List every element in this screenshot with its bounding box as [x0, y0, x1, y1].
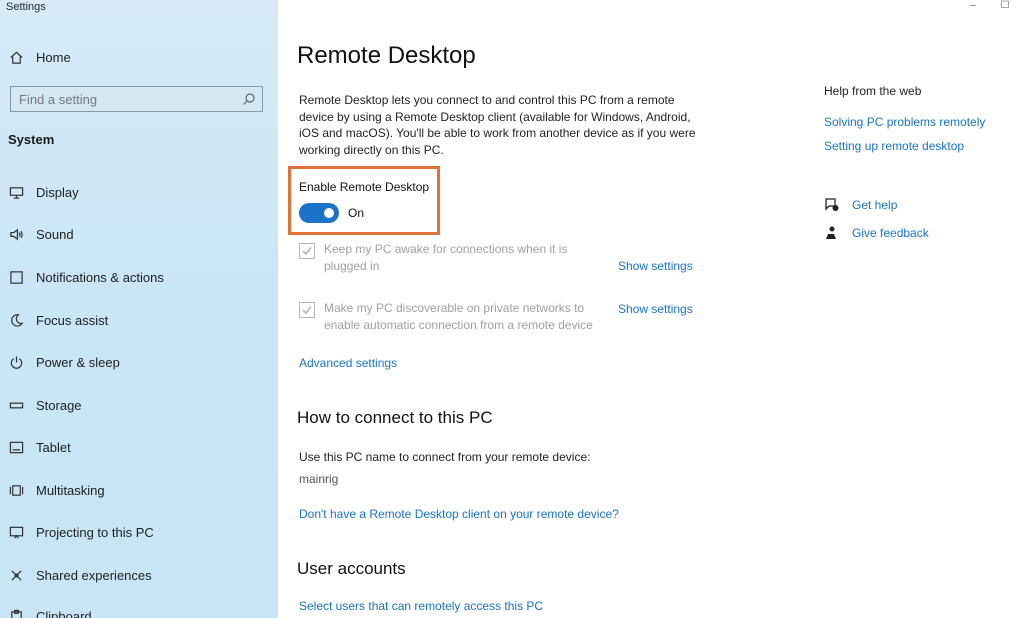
- connect-instruction: Use this PC name to connect from your re…: [299, 450, 591, 464]
- sidebar-item-label: Projecting to this PC: [36, 524, 154, 540]
- help-link-solving[interactable]: Solving PC problems remotely: [824, 115, 985, 129]
- sidebar-item-clipboard[interactable]: Clipboard: [0, 600, 278, 618]
- search-input[interactable]: [11, 87, 236, 111]
- sidebar-item-label: Notifications & actions: [36, 269, 164, 285]
- sidebar-item-label: Multitasking: [36, 482, 105, 498]
- sidebar-item-label: Shared experiences: [36, 567, 152, 583]
- get-help-icon: [824, 197, 839, 212]
- tablet-icon: [8, 439, 24, 455]
- get-help-link[interactable]: Get help: [852, 198, 897, 212]
- sidebar-item-label: Display: [36, 184, 79, 200]
- sidebar-item-storage[interactable]: Storage: [0, 389, 278, 421]
- sidebar-item-label: Sound: [36, 226, 74, 242]
- sidebar-item-multitasking[interactable]: Multitasking: [0, 474, 278, 506]
- storage-icon: [8, 397, 24, 413]
- display-icon: [8, 184, 24, 200]
- clipboard-icon: [8, 608, 24, 618]
- section-title: System: [8, 132, 55, 147]
- moon-icon: [8, 312, 24, 328]
- user-accounts-heading: User accounts: [297, 559, 406, 578]
- remote-desktop-toggle[interactable]: [299, 203, 339, 223]
- sidebar-item-projecting[interactable]: Projecting to this PC: [0, 516, 278, 548]
- nav-home-label: Home: [36, 49, 71, 65]
- sidebar-item-notifications[interactable]: Notifications & actions: [0, 261, 278, 293]
- sidebar: Settings Home System Display Sound Notif…: [0, 0, 278, 618]
- help-link-setup[interactable]: Setting up remote desktop: [824, 139, 964, 153]
- projecting-icon: [8, 524, 24, 540]
- power-icon: [8, 354, 24, 370]
- checkmark-icon: [302, 306, 312, 315]
- client-link[interactable]: Don't have a Remote Desktop client on yo…: [299, 507, 619, 521]
- toggle-state: On: [348, 206, 365, 220]
- show-settings-link-1[interactable]: Show settings: [618, 259, 693, 273]
- main-content: Remote Desktop Remote Desktop lets you c…: [278, 0, 1024, 618]
- advanced-settings-link[interactable]: Advanced settings: [299, 356, 397, 370]
- discoverable-checkbox[interactable]: [299, 302, 315, 318]
- toggle-knob: [324, 208, 334, 218]
- sidebar-item-focus-assist[interactable]: Focus assist: [0, 304, 278, 336]
- sidebar-item-label: Focus assist: [36, 312, 109, 328]
- keep-awake-label: Keep my PC awake for connections when it…: [324, 242, 568, 273]
- home-icon: [8, 49, 24, 65]
- checkmark-icon: [302, 247, 312, 256]
- search-box[interactable]: [10, 86, 263, 112]
- notifications-icon: [8, 269, 24, 285]
- multitasking-icon: [8, 482, 24, 498]
- show-settings-link-2[interactable]: Show settings: [618, 302, 693, 316]
- sidebar-item-label: Storage: [36, 397, 82, 413]
- help-heading: Help from the web: [824, 84, 922, 98]
- search-icon[interactable]: [242, 92, 256, 106]
- shared-experiences-icon: [8, 567, 24, 583]
- sidebar-item-power-sleep[interactable]: Power & sleep: [0, 346, 278, 378]
- intro-text: Remote Desktop lets you connect to and c…: [299, 93, 696, 157]
- sidebar-item-tablet[interactable]: Tablet: [0, 431, 278, 463]
- select-users-link[interactable]: Select users that can remotely access th…: [299, 599, 543, 613]
- discoverable-label: Make my PC discoverable on private netwo…: [324, 301, 593, 332]
- sidebar-item-sound[interactable]: Sound: [0, 218, 278, 250]
- sidebar-item-label: Tablet: [36, 439, 71, 455]
- keep-awake-checkbox[interactable]: [299, 243, 315, 259]
- toggle-label: Enable Remote Desktop: [299, 180, 430, 194]
- give-feedback-link[interactable]: Give feedback: [852, 226, 929, 240]
- nav-home[interactable]: Home: [0, 41, 278, 73]
- sidebar-item-label: Clipboard: [36, 608, 92, 618]
- sidebar-item-display[interactable]: Display: [0, 176, 278, 208]
- pc-name: mainrig: [299, 472, 339, 486]
- highlight-box: [288, 166, 440, 235]
- sidebar-item-shared-experiences[interactable]: Shared experiences: [0, 559, 278, 591]
- page-title: Remote Desktop: [297, 42, 476, 69]
- sidebar-item-label: Power & sleep: [36, 354, 120, 370]
- connect-heading: How to connect to this PC: [297, 408, 493, 427]
- give-feedback-icon: [824, 225, 839, 240]
- sound-icon: [8, 226, 24, 242]
- app-title: Settings: [6, 1, 46, 13]
